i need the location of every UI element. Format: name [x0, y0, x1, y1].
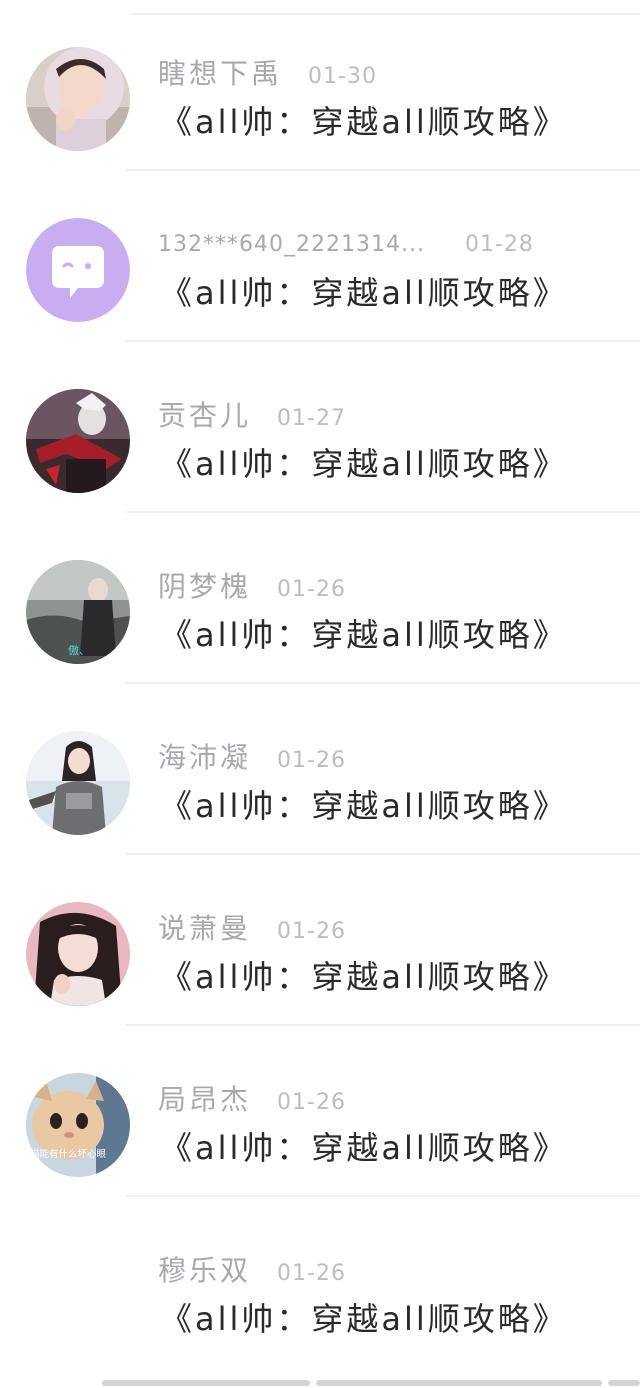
conversation-row[interactable]: 傲、 阴梦槐 01-26 《all帅：穿越all顺攻略》 [0, 513, 640, 684]
message-date: 01-26 [277, 919, 346, 944]
avatar-caption: 猫能有什么坏心眼 [30, 1148, 107, 1160]
message-preview: 《all帅：穿越all顺攻略》 [160, 103, 568, 141]
message-date: 01-26 [277, 748, 346, 773]
avatar-caption: 傲、 [68, 643, 90, 657]
message-date: 01-28 [464, 232, 534, 257]
scrollbar-segment [102, 1380, 310, 1386]
message-preview: 《all帅：穿越all顺攻略》 [160, 958, 568, 996]
avatar[interactable]: 傲、 [26, 560, 130, 664]
conversation-row[interactable]: 132***640_2221314... 01-28 《all帅：穿越all顺攻略… [0, 171, 640, 342]
sender-name: 阴梦槐 [158, 570, 252, 603]
scrollbar-segment [316, 1380, 602, 1386]
scrollbar-segment [608, 1380, 640, 1386]
sender-name: 瞎想下禹 [158, 57, 283, 90]
message-preview: 《all帅：穿越all顺攻略》 [160, 445, 568, 483]
avatar[interactable] [26, 902, 130, 1006]
chat-bubble-face-icon [26, 218, 130, 322]
conversation-title: 贡杏儿 01-27 [158, 398, 346, 434]
avatar[interactable]: 猫能有什么坏心眼 [26, 1073, 130, 1177]
sender-name: 穆乐双 [158, 1254, 252, 1287]
conversation-title: 阴梦槐 01-26 [158, 569, 346, 605]
conversation-row[interactable]: 瞎想下禹 01-30 《all帅：穿越all顺攻略》 [0, 0, 640, 171]
conversation-row[interactable]: 穆乐双 01-26 《all帅：穿越all顺攻略》 [0, 1197, 640, 1368]
conversation-title: 说萧曼 01-26 [158, 911, 346, 947]
avatar[interactable] [26, 731, 130, 835]
conversation-row[interactable]: 海沛凝 01-26 《all帅：穿越all顺攻略》 [0, 684, 640, 855]
sender-name: 局昂杰 [158, 1083, 252, 1116]
sender-name: 海沛凝 [158, 741, 252, 774]
conversation-title: 瞎想下禹 01-30 [158, 56, 377, 92]
avatar[interactable] [26, 218, 130, 322]
bottom-scrollbar[interactable] [0, 1378, 640, 1388]
conversation-row[interactable]: 猫能有什么坏心眼 局昂杰 01-26 《all帅：穿越all顺攻略》 [0, 1026, 640, 1197]
message-preview: 《all帅：穿越all顺攻略》 [160, 1300, 568, 1338]
avatar[interactable] [26, 47, 130, 151]
sender-name: 132***640_2221314... [158, 232, 425, 257]
message-preview: 《all帅：穿越all顺攻略》 [160, 616, 568, 654]
message-date: 01-27 [277, 406, 346, 431]
conversation-row[interactable]: 贡杏儿 01-27 《all帅：穿越all顺攻略》 [0, 342, 640, 513]
conversation-title: 132***640_2221314... 01-28 [158, 227, 534, 263]
conversation-title: 穆乐双 01-26 [158, 1253, 346, 1289]
sender-name: 贡杏儿 [158, 399, 252, 432]
message-date: 01-26 [277, 577, 346, 602]
conversation-title: 海沛凝 01-26 [158, 740, 346, 776]
sender-name: 说萧曼 [158, 912, 252, 945]
conversation-row[interactable]: 说萧曼 01-26 《all帅：穿越all顺攻略》 [0, 855, 640, 1026]
message-preview: 《all帅：穿越all顺攻略》 [160, 787, 568, 825]
avatar[interactable] [26, 389, 130, 493]
message-preview: 《all帅：穿越all顺攻略》 [160, 274, 568, 312]
conversation-title: 局昂杰 01-26 [158, 1082, 346, 1118]
message-date: 01-26 [277, 1090, 346, 1115]
message-date: 01-30 [308, 64, 377, 89]
message-preview: 《all帅：穿越all顺攻略》 [160, 1129, 568, 1167]
message-date: 01-26 [277, 1261, 346, 1286]
